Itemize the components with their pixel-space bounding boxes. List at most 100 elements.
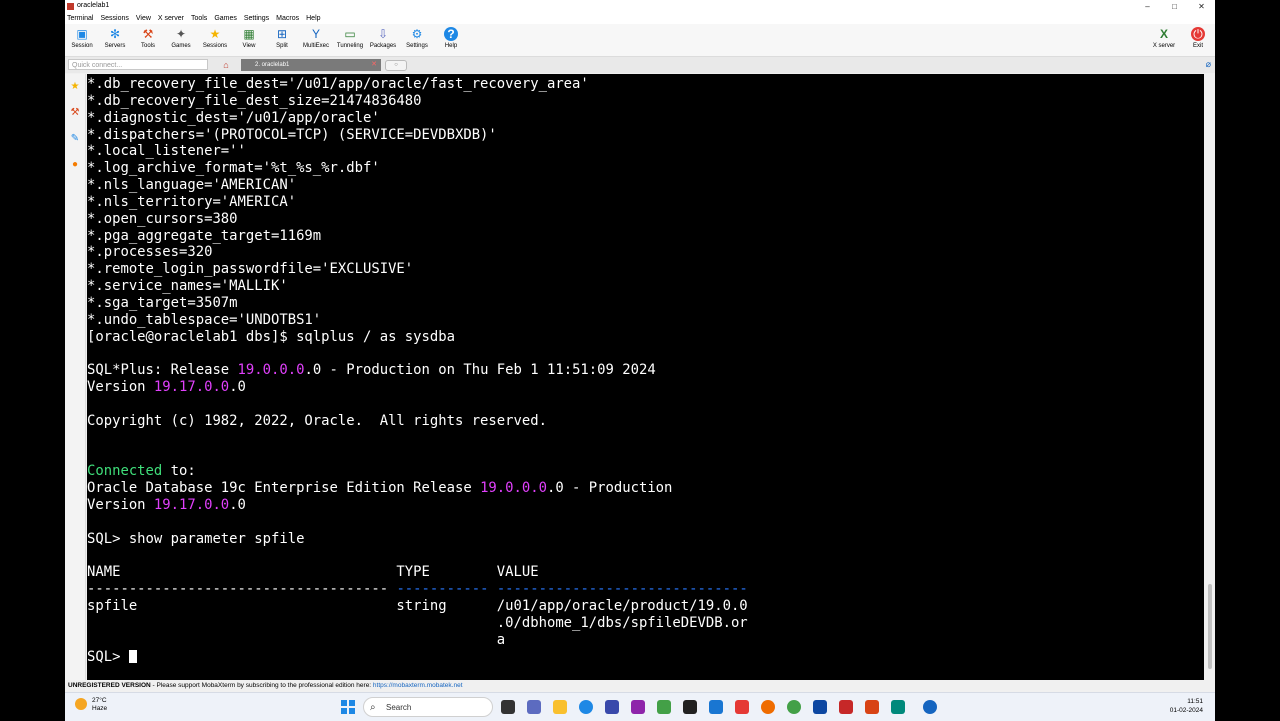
terminal-line: *.remote_login_passwordfile='EXCLUSIVE'	[87, 261, 1204, 278]
app-icon-13[interactable]	[813, 700, 827, 714]
toolbar-session-button[interactable]: ▣ Session	[65, 27, 99, 49]
app-icon-6[interactable]	[631, 700, 645, 714]
maximize-button[interactable]: □	[1161, 0, 1188, 13]
tools-sidebar-icon[interactable]: ⚒	[68, 106, 82, 120]
start-button[interactable]	[341, 700, 355, 714]
weather-temp: 27°C	[92, 697, 107, 704]
sftp-icon[interactable]: ●	[68, 158, 82, 172]
file-explorer-icon[interactable]	[553, 700, 567, 714]
teams-icon[interactable]	[527, 700, 541, 714]
menu-tools[interactable]: Tools	[191, 13, 207, 24]
terminal-panel[interactable]: *.db_recovery_file_dest='/u01/app/oracle…	[87, 74, 1204, 680]
terminal-text: Oracle Database 19c Enterprise Edition R…	[87, 480, 481, 497]
terminal-text: 19.17.0.0	[153, 497, 230, 514]
mobatek-link[interactable]: https://mobaxterm.mobatek.net	[373, 682, 463, 689]
view-icon: ▦	[243, 27, 255, 41]
menu-settings[interactable]: Settings	[244, 13, 269, 24]
session-icon: ▣	[76, 27, 88, 41]
terminal-line: *.processes=320	[87, 244, 1204, 261]
toolbar-games-button[interactable]: ✦ Games	[164, 27, 198, 49]
chrome-icon[interactable]	[787, 700, 801, 714]
terminal-text: *.local_listener=''	[87, 143, 246, 160]
terminal-text: -----------	[396, 581, 489, 598]
toolbar-tools-button[interactable]: ⚒ Tools	[131, 27, 165, 49]
terminal-line: SQL> show parameter spfile	[87, 531, 1204, 548]
terminal-line: NAME TYPE VALUE	[87, 564, 1204, 581]
scrollbar-thumb[interactable]	[1208, 584, 1212, 669]
system-clock[interactable]: 11:51 01-02-2024	[1170, 697, 1203, 715]
terminal-output: *.db_recovery_file_dest='/u01/app/oracle…	[87, 74, 1204, 666]
power-icon: ⏻	[1191, 27, 1205, 41]
tab-bar: Quick connect... ⌂ 2. oraclelab1 ✕ ○ ⌀	[65, 57, 1215, 73]
menu-games[interactable]: Games	[214, 13, 237, 24]
terminal-scrollbar[interactable]	[1206, 74, 1214, 680]
toolbar-multiexec-button[interactable]: Y MultiExec	[299, 27, 333, 49]
task-view-icon[interactable]	[501, 700, 515, 714]
tools-icon: ⚒	[142, 27, 154, 41]
toolbar-sessions-button[interactable]: ★ Sessions	[198, 27, 232, 49]
terminal-text: Version	[87, 379, 154, 396]
macros-icon[interactable]: ✎	[68, 132, 82, 146]
quick-connect-input[interactable]: Quick connect...	[68, 59, 208, 70]
edge-icon[interactable]	[579, 700, 593, 714]
menu-view[interactable]: View	[136, 13, 151, 24]
toolbar-split-button[interactable]: ⊞ Split	[265, 27, 299, 49]
notepad-icon[interactable]	[709, 700, 723, 714]
toolbar-servers-button[interactable]: ✻ Servers	[98, 27, 132, 49]
session-tab[interactable]: 2. oraclelab1 ✕	[241, 59, 381, 71]
app-icon-16[interactable]	[891, 700, 905, 714]
tab-close-icon[interactable]: ✕	[371, 59, 377, 71]
mobaxterm-window: oraclelab1 – □ ✕ Terminal Sessions View …	[65, 0, 1215, 692]
terminal-line: Copyright (c) 1982, 2022, Oracle. All ri…	[87, 413, 1204, 430]
menu-help[interactable]: Help	[306, 13, 320, 24]
minimize-button[interactable]: –	[1134, 0, 1161, 13]
terminal-line: Oracle Database 19c Enterprise Edition R…	[87, 480, 1204, 497]
favorites-star-icon[interactable]: ★	[68, 80, 82, 94]
taskbar-search[interactable]: ⌕ Search	[363, 697, 493, 717]
status-bar: UNREGISTERED VERSION - Please support Mo…	[65, 680, 1215, 692]
toolbar-settings-button[interactable]: ⚙ Settings	[400, 27, 434, 49]
terminal-text: .0 - Production	[546, 480, 673, 497]
terminal-text: Version	[87, 497, 154, 514]
store-icon[interactable]	[605, 700, 619, 714]
toolbar-tunneling-button[interactable]: ▭ Tunneling	[333, 27, 367, 49]
app-icon-10[interactable]	[735, 700, 749, 714]
app-icon-15[interactable]	[865, 700, 879, 714]
terminal-line: Version 19.17.0.0.0	[87, 379, 1204, 396]
app-icon-14[interactable]	[839, 700, 853, 714]
menu-sessions[interactable]: Sessions	[100, 13, 128, 24]
toolbar-exit-button[interactable]: ⏻ Exit	[1181, 27, 1215, 49]
terminal-text: *.nls_territory='AMERICA'	[87, 193, 297, 210]
menu-bar: Terminal Sessions View X server Tools Ga…	[65, 13, 1215, 24]
desktop: oraclelab1 – □ ✕ Terminal Sessions View …	[0, 0, 1280, 721]
toolbar-help-button[interactable]: ? Help	[434, 27, 468, 49]
help-icon: ?	[444, 27, 458, 41]
firefox-icon[interactable]	[761, 700, 775, 714]
terminal-text: ------------------------------------	[87, 581, 397, 598]
mobaxterm-taskbar-icon[interactable]	[683, 700, 697, 714]
home-tab[interactable]: ⌂	[215, 59, 237, 71]
terminal-line: ------------------------------------ ---…	[87, 581, 1204, 598]
session-tab-label: 2. oraclelab1	[255, 62, 290, 68]
terminal-line: *.sga_target=3507m	[87, 295, 1204, 312]
attachment-icon[interactable]: ⌀	[1206, 59, 1211, 70]
menu-x-server[interactable]: X server	[158, 13, 184, 24]
toolbar-x-server-button[interactable]: XX server	[1147, 27, 1181, 49]
packages-icon: ⇩	[377, 27, 389, 41]
menu-macros[interactable]: Macros	[276, 13, 299, 24]
menu-terminal[interactable]: Terminal	[67, 13, 93, 24]
terminal-line: *.nls_territory='AMERICA'	[87, 194, 1204, 211]
toolbar-packages-button[interactable]: ⇩ Packages	[366, 27, 400, 49]
new-tab-button[interactable]: ○	[385, 60, 407, 71]
zoom-icon[interactable]	[923, 700, 937, 714]
toolbar-view-button[interactable]: ▦ View	[232, 27, 266, 49]
close-button[interactable]: ✕	[1188, 0, 1215, 13]
search-icon: ⌕	[370, 702, 376, 713]
app-icon-7[interactable]	[657, 700, 671, 714]
terminal-line: *.nls_language='AMERICAN'	[87, 177, 1204, 194]
servers-icon: ✻	[109, 27, 121, 41]
